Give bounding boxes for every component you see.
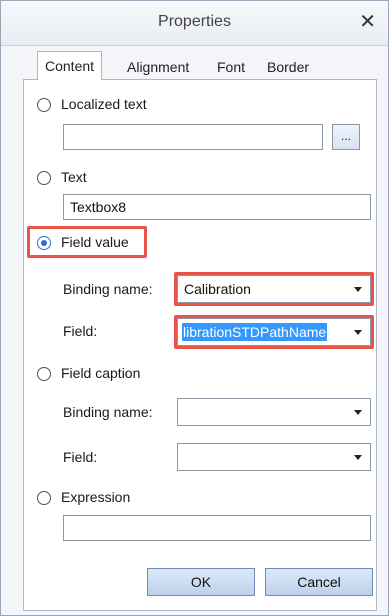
ok-button[interactable]: OK xyxy=(147,568,255,596)
field-select[interactable]: librationSTDPathName xyxy=(177,318,371,346)
title-bar[interactable]: Properties ✕ xyxy=(1,1,388,46)
expression-label: Expression xyxy=(61,489,131,505)
localized-text-radio[interactable] xyxy=(37,98,51,112)
caption-binding-name-label: Binding name: xyxy=(63,404,153,420)
binding-name-value: Calibration xyxy=(184,281,251,297)
tab-border[interactable]: Border xyxy=(267,55,309,79)
field-value-radio[interactable] xyxy=(37,236,51,250)
text-input[interactable]: Textbox8 xyxy=(63,194,371,220)
text-radio[interactable] xyxy=(37,171,51,185)
caption-binding-name-select[interactable] xyxy=(177,398,371,426)
expression-radio[interactable] xyxy=(37,491,51,505)
tab-alignment[interactable]: Alignment xyxy=(127,55,189,79)
field-value-label: Field value xyxy=(61,234,129,250)
cancel-button[interactable]: Cancel xyxy=(265,568,373,596)
chevron-down-icon xyxy=(354,410,362,415)
localized-text-label: Localized text xyxy=(61,96,147,112)
field-caption-radio[interactable] xyxy=(37,367,51,381)
localized-text-browse-button[interactable]: ... xyxy=(332,124,360,150)
tab-content[interactable]: Content xyxy=(37,51,103,81)
properties-dialog: Properties ✕ Content Alignment Font Bord… xyxy=(0,0,389,616)
field-value-text: librationSTDPathName xyxy=(182,323,328,341)
field-caption-label: Field caption xyxy=(61,365,141,381)
chevron-down-icon xyxy=(354,287,362,292)
binding-name-select[interactable]: Calibration xyxy=(177,275,371,303)
close-icon[interactable]: ✕ xyxy=(359,11,376,33)
chevron-down-icon xyxy=(354,330,362,335)
field-label: Field: xyxy=(63,323,98,339)
localized-text-input[interactable] xyxy=(63,124,323,150)
chevron-down-icon xyxy=(354,455,362,460)
dialog-title: Properties xyxy=(158,13,231,30)
expression-input[interactable] xyxy=(63,515,371,541)
binding-name-label: Binding name: xyxy=(63,281,153,297)
tab-font[interactable]: Font xyxy=(217,55,245,79)
caption-field-select[interactable] xyxy=(177,443,371,471)
caption-field-label: Field: xyxy=(63,449,98,465)
text-label: Text xyxy=(61,169,87,185)
